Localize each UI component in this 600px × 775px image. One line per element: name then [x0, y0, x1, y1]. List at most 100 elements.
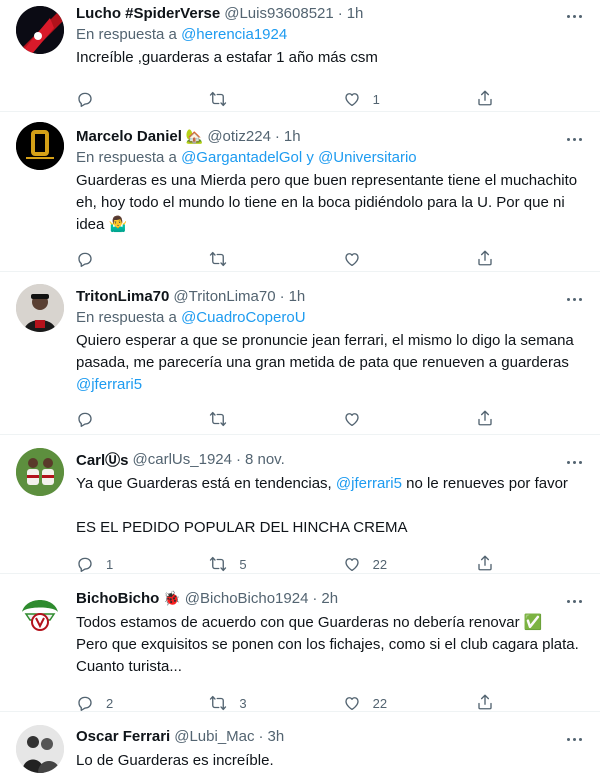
- handle[interactable]: @otiz224: [207, 128, 271, 145]
- share-button[interactable]: [476, 249, 494, 270]
- retweet-button[interactable]: [209, 410, 342, 428]
- separator-dot: ·: [279, 287, 285, 305]
- reply-button[interactable]: [76, 250, 209, 268]
- action-bar: 1 5 22: [76, 554, 584, 574]
- reply-icon: [76, 555, 94, 573]
- reply-button[interactable]: 2: [76, 694, 209, 712]
- mention-link[interactable]: @jferrari5: [336, 475, 402, 492]
- mention-link[interactable]: @GargantadelGol: [181, 149, 302, 166]
- players-avatar-icon: [16, 448, 64, 496]
- share-icon: [476, 89, 494, 107]
- display-name[interactable]: BichoBicho: [76, 590, 159, 607]
- avatar[interactable]: [16, 448, 64, 496]
- tweet-text-segment: no le renueves por favor: [406, 475, 568, 492]
- timestamp[interactable]: 1h: [347, 5, 364, 22]
- logo-avatar-icon: [16, 122, 64, 170]
- reply-count: 2: [106, 695, 114, 711]
- tweet[interactable]: Oscar Ferrari @Lubi_Mac · 3h Lo de Guard…: [0, 712, 600, 775]
- reply-context: En respuesta a @CuadroCoperoU: [76, 308, 584, 328]
- retweet-icon: [209, 250, 227, 268]
- tweet[interactable]: Lucho #SpiderVerse @Luis93608521 · 1h En…: [0, 0, 600, 112]
- retweet-button[interactable]: [209, 90, 342, 108]
- avatar[interactable]: [16, 284, 64, 332]
- share-icon: [476, 693, 494, 711]
- handle[interactable]: @Lubi_Mac: [174, 728, 254, 745]
- reply-prefix: En respuesta a: [76, 26, 177, 43]
- avatar[interactable]: [16, 6, 64, 54]
- display-name[interactable]: TritonLima70: [76, 288, 169, 305]
- reply-count: 1: [106, 556, 114, 572]
- retweet-icon: [209, 410, 227, 428]
- tweet[interactable]: CarlⓊs @carlUs_1924 · 8 nov. Ya que Guar…: [0, 435, 600, 574]
- avatar[interactable]: [16, 725, 64, 773]
- tweet-text-line: pasada, me parecería una gran metida de …: [76, 354, 569, 371]
- more-icon[interactable]: [564, 452, 584, 472]
- retweet-button[interactable]: [209, 250, 342, 268]
- reply-icon: [76, 250, 94, 268]
- like-icon: [343, 555, 361, 573]
- more-icon[interactable]: [564, 129, 584, 149]
- timestamp[interactable]: 1h: [289, 288, 306, 305]
- display-name[interactable]: Lucho #SpiderVerse: [76, 5, 220, 22]
- more-icon[interactable]: [564, 591, 584, 611]
- avatar[interactable]: [16, 122, 64, 170]
- reply-button[interactable]: 1: [76, 555, 209, 573]
- spiderman-avatar-icon: [16, 6, 64, 54]
- more-icon[interactable]: [564, 6, 584, 26]
- separator-dot: ·: [312, 589, 318, 607]
- tweet-text-line: Increíble ,guarderas a estafar 1 año más…: [76, 49, 378, 66]
- tweet[interactable]: Marcelo Daniel 🏡 @otiz224 · 1h En respue…: [0, 112, 600, 272]
- mention-link[interactable]: @jferrari5: [76, 374, 584, 396]
- like-icon: [343, 90, 361, 108]
- share-button[interactable]: [476, 89, 494, 110]
- action-bar: [76, 409, 584, 429]
- like-button[interactable]: [343, 410, 476, 428]
- tweet-text: Lo de Guarderas es increíble.: [76, 750, 584, 772]
- timestamp[interactable]: 3h: [268, 728, 285, 745]
- display-name[interactable]: Marcelo Daniel: [76, 128, 182, 145]
- timestamp[interactable]: 2h: [321, 590, 338, 607]
- share-icon: [476, 249, 494, 267]
- display-name[interactable]: Oscar Ferrari: [76, 728, 170, 745]
- mention-link[interactable]: @Universitario: [318, 149, 417, 166]
- like-button[interactable]: 22: [343, 694, 476, 712]
- tweet-text: Guarderas es una Mierda pero que buen re…: [76, 170, 584, 236]
- handle[interactable]: @Luis93608521: [224, 5, 333, 22]
- share-button[interactable]: [476, 554, 494, 575]
- more-icon[interactable]: [564, 289, 584, 309]
- reply-button[interactable]: [76, 410, 209, 428]
- retweet-count: 5: [239, 556, 247, 572]
- mention-link[interactable]: @herencia1924: [181, 26, 287, 43]
- retweet-button[interactable]: 3: [209, 694, 342, 712]
- tweet-text-line: eh, hoy todo el mundo lo tiene en la boc…: [76, 194, 565, 211]
- photo-avatar-icon: [16, 725, 64, 773]
- like-count: 1: [372, 91, 380, 107]
- display-name[interactable]: CarlⓊs: [76, 449, 129, 470]
- handle[interactable]: @TritonLima70: [173, 288, 275, 305]
- like-button[interactable]: 1: [343, 90, 476, 108]
- avatar[interactable]: [16, 588, 64, 636]
- more-icon[interactable]: [564, 729, 584, 749]
- like-count: 22: [372, 556, 388, 572]
- handle[interactable]: @BichoBicho1924: [185, 590, 309, 607]
- share-button[interactable]: [476, 409, 494, 430]
- like-button[interactable]: 22: [343, 555, 476, 573]
- name-emoji: 🏡: [185, 127, 204, 144]
- timestamp[interactable]: 1h: [284, 128, 301, 145]
- mention-link[interactable]: @CuadroCoperoU: [181, 309, 305, 326]
- reply-icon: [76, 410, 94, 428]
- retweet-button[interactable]: 5: [209, 555, 342, 573]
- like-button[interactable]: [343, 250, 476, 268]
- name-emoji: 🐞: [163, 589, 181, 606]
- tweet[interactable]: TritonLima70 @TritonLima70 · 1h En respu…: [0, 272, 600, 435]
- timestamp[interactable]: 8 nov.: [245, 451, 285, 468]
- reply-button[interactable]: [76, 90, 209, 108]
- tweet[interactable]: BichoBicho 🐞 @BichoBicho1924 · 2h Todos …: [0, 574, 600, 712]
- share-button[interactable]: [476, 693, 494, 714]
- tweet-text: Ya que Guarderas está en tendencias, @jf…: [76, 473, 584, 539]
- retweet-icon: [209, 694, 227, 712]
- reply-context: En respuesta a @GargantadelGol y @Univer…: [76, 148, 584, 168]
- handle[interactable]: @carlUs_1924: [133, 451, 232, 468]
- reply-joiner: y: [306, 149, 314, 166]
- reply-prefix: En respuesta a: [76, 309, 177, 326]
